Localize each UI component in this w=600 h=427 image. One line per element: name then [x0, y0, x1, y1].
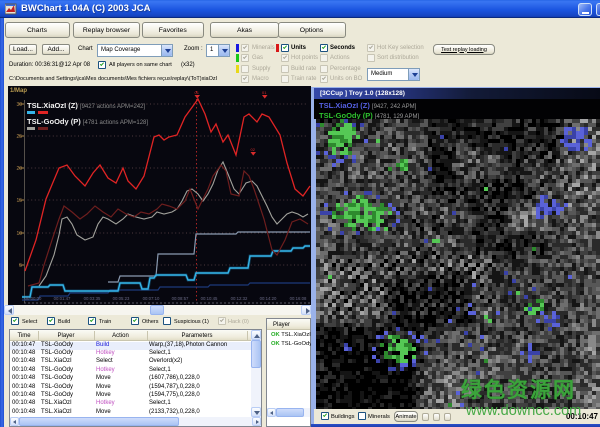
svg-text:00:12:32: 00:12:32: [231, 296, 248, 301]
svg-text:01: 01: [195, 90, 200, 95]
svg-text:00:00:00: 00:00:00: [25, 296, 42, 301]
svg-text:00:05:23: 00:05:23: [113, 296, 130, 301]
svg-text:00:07:10: 00:07:10: [143, 296, 160, 301]
svg-text:25: 25: [16, 134, 22, 140]
svg-text:00:16:08: 00:16:08: [290, 296, 307, 301]
svg-text:00:14:20: 00:14:20: [260, 296, 277, 301]
svg-text:15: 15: [16, 198, 22, 204]
svg-text:02: 02: [251, 147, 256, 152]
svg-text:00:01:47: 00:01:47: [54, 296, 71, 301]
svg-text:00:10:45: 00:10:45: [201, 296, 218, 301]
svg-text:00:08:57: 00:08:57: [172, 296, 189, 301]
svg-text:20: 20: [16, 166, 22, 172]
svg-text:30: 30: [16, 102, 22, 108]
svg-text:10: 10: [16, 231, 22, 237]
svg-text:00:03:35: 00:03:35: [84, 296, 101, 301]
svg-text:5: 5: [19, 263, 22, 269]
svg-text:01: 01: [262, 90, 267, 95]
